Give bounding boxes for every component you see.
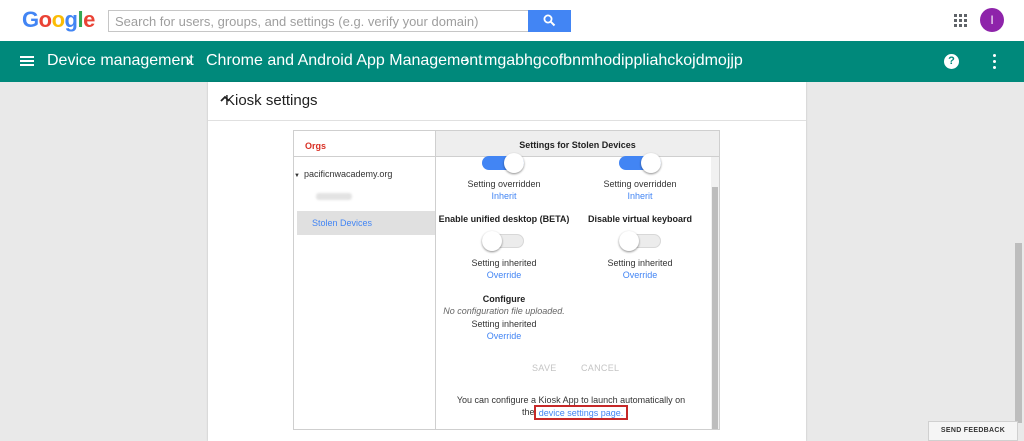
breadcrumb-separator: › bbox=[186, 51, 192, 70]
divider bbox=[208, 120, 806, 121]
unified-desktop-label: Enable unified desktop (BETA) bbox=[438, 214, 570, 224]
cancel-button[interactable]: CANCEL bbox=[581, 363, 619, 373]
org-root-label: pacificnwacademy.org bbox=[303, 169, 393, 179]
kiosk-footer-text: You can configure a Kiosk App to launch … bbox=[456, 395, 686, 405]
status-text: Setting inherited bbox=[471, 319, 537, 329]
configure-label: Configure bbox=[482, 294, 526, 304]
section-header[interactable]: Kiosk settings bbox=[220, 92, 318, 109]
search-icon bbox=[543, 14, 556, 27]
status-text: Setting inherited bbox=[607, 258, 673, 268]
hamburger-menu-icon[interactable] bbox=[20, 56, 34, 67]
search-button[interactable] bbox=[528, 10, 571, 32]
device-settings-link[interactable]: device settings page. bbox=[534, 405, 628, 420]
chevron-up-icon bbox=[220, 93, 230, 107]
toggle-top-right[interactable] bbox=[619, 153, 661, 173]
settings-panel: Orgs ▼ pacificnwacademy.org Stolen Device… bbox=[293, 130, 720, 430]
override-link[interactable]: Override bbox=[582, 270, 698, 280]
search-bar bbox=[108, 10, 571, 32]
orgs-column: Orgs ▼ pacificnwacademy.org Stolen Device… bbox=[294, 131, 436, 429]
apps-grid-icon[interactable] bbox=[954, 14, 967, 27]
settings-column: Settings for Stolen Devices Setting over… bbox=[436, 131, 719, 429]
status-text: Setting inherited bbox=[471, 258, 537, 268]
unified-desktop-toggle[interactable] bbox=[482, 231, 524, 251]
inherit-link[interactable]: Inherit bbox=[446, 191, 562, 201]
logo-letter: g bbox=[64, 7, 78, 32]
caret-down-icon: ▼ bbox=[294, 173, 300, 179]
save-button[interactable]: SAVE bbox=[532, 363, 557, 373]
toggle-top-left[interactable] bbox=[482, 153, 524, 173]
search-input[interactable] bbox=[108, 10, 528, 32]
page-scrollbar[interactable] bbox=[1015, 243, 1022, 423]
org-tree-root[interactable]: ▼ pacificnwacademy.org bbox=[294, 169, 392, 179]
status-text: Setting overridden bbox=[467, 179, 541, 189]
google-logo[interactable]: Google bbox=[22, 7, 95, 33]
inherit-link[interactable]: Inherit bbox=[582, 191, 698, 201]
status-text: Setting overridden bbox=[603, 179, 677, 189]
logo-letter: o bbox=[51, 7, 65, 32]
breadcrumb-app-id: mgabhgcofbnmhodippliahckojdmojjp bbox=[484, 52, 743, 69]
avatar[interactable]: I bbox=[980, 8, 1004, 32]
logo-letter: o bbox=[38, 7, 52, 32]
breadcrumb-separator: › bbox=[464, 51, 470, 70]
breadcrumb-app-management[interactable]: Chrome and Android App Management bbox=[206, 52, 483, 70]
breadcrumb-device-management[interactable]: Device management bbox=[47, 52, 194, 70]
org-item-stolen-devices[interactable]: Stolen Devices bbox=[297, 211, 435, 235]
app-header: Device management › Chrome and Android A… bbox=[0, 41, 1024, 82]
section-title: Kiosk settings bbox=[225, 92, 318, 109]
virtual-keyboard-label: Disable virtual keyboard bbox=[587, 214, 693, 224]
settings-heading: Settings for Stolen Devices bbox=[436, 131, 719, 157]
override-link[interactable]: Override bbox=[446, 270, 562, 280]
virtual-keyboard-toggle[interactable] bbox=[619, 231, 661, 251]
orgs-heading: Orgs bbox=[294, 131, 435, 157]
logo-letter: G bbox=[22, 7, 39, 32]
send-feedback-button[interactable]: SEND FEEDBACK bbox=[928, 421, 1018, 441]
org-redacted bbox=[316, 193, 352, 200]
logo-letter: e bbox=[83, 7, 95, 32]
top-bar: Google I bbox=[0, 0, 1024, 41]
more-vert-icon[interactable] bbox=[993, 54, 997, 69]
override-link[interactable]: Override bbox=[436, 331, 572, 341]
help-icon[interactable]: ? bbox=[944, 54, 959, 69]
panel-scrollbar-thumb[interactable] bbox=[712, 187, 718, 429]
footer-prefix: the bbox=[522, 407, 535, 417]
configure-note: No configuration file uploaded. bbox=[443, 306, 565, 316]
panel-scrollbar[interactable] bbox=[711, 157, 719, 429]
